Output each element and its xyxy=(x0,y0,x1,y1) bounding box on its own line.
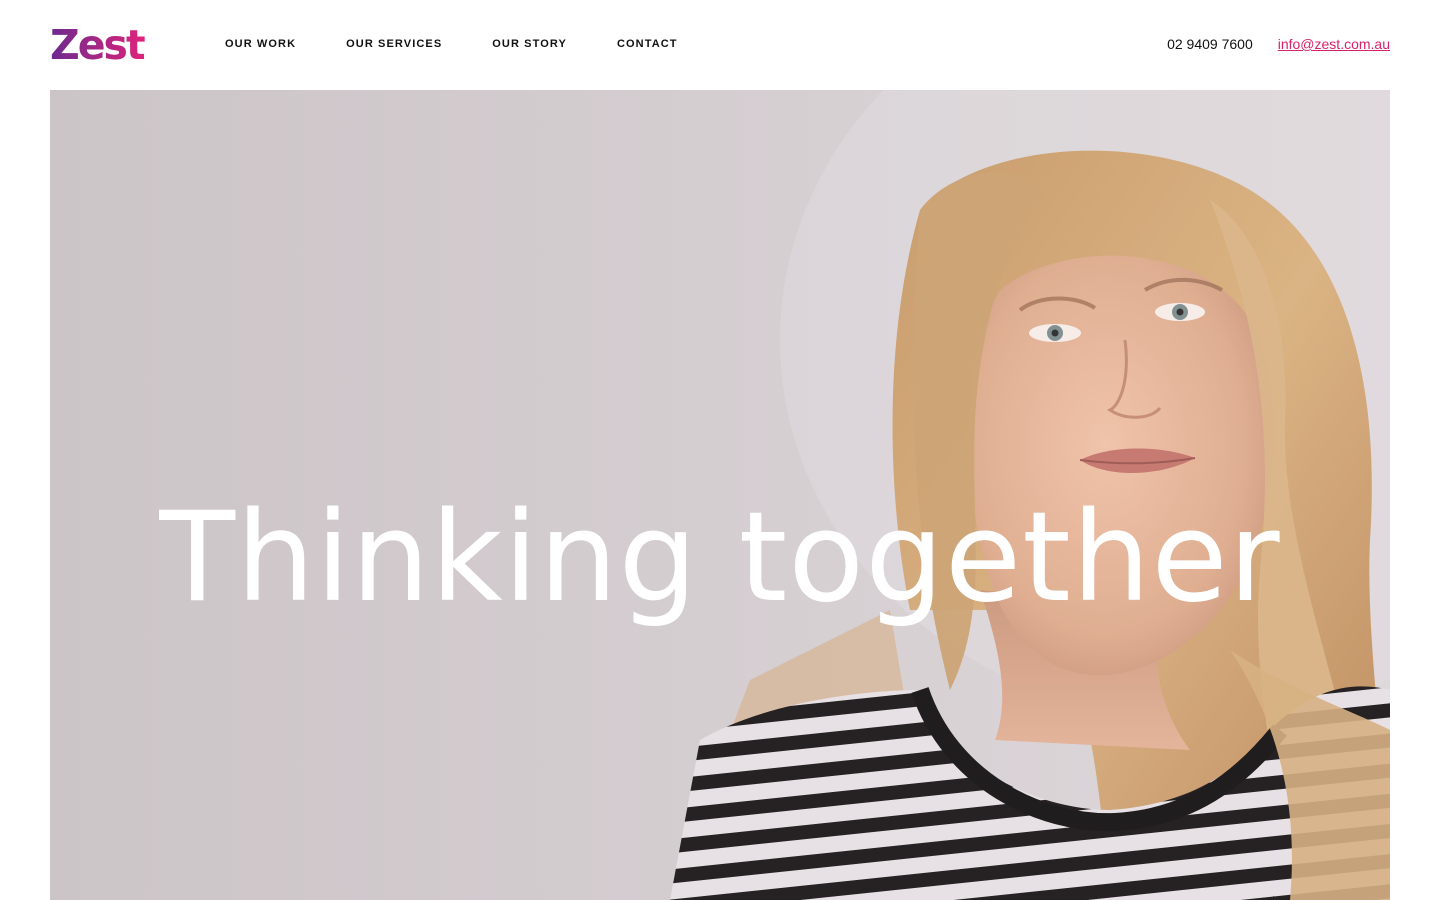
site-header: Zest OUR WORK OUR SERVICES OUR STORY CON… xyxy=(0,0,1440,90)
zest-logo-icon: Zest xyxy=(50,22,147,68)
hero-heading: Thinking together xyxy=(159,486,1281,630)
nav-our-services[interactable]: OUR SERVICES xyxy=(346,37,442,51)
logo-wordmark: Zest xyxy=(50,22,145,68)
hero-banner: Thinking together xyxy=(50,90,1390,900)
email-link[interactable]: info@zest.com.au xyxy=(1278,36,1390,52)
nav-our-work[interactable]: OUR WORK xyxy=(225,37,296,51)
nav-contact[interactable]: CONTACT xyxy=(617,37,678,51)
phone-link[interactable]: 02 9409 7600 xyxy=(1167,36,1253,52)
nav-our-story[interactable]: OUR STORY xyxy=(492,37,567,51)
zest-logo[interactable]: Zest xyxy=(50,22,155,68)
main-nav: OUR WORK OUR SERVICES OUR STORY CONTACT xyxy=(225,37,728,51)
header-contact: 02 9409 7600 info@zest.com.au xyxy=(1167,36,1390,52)
